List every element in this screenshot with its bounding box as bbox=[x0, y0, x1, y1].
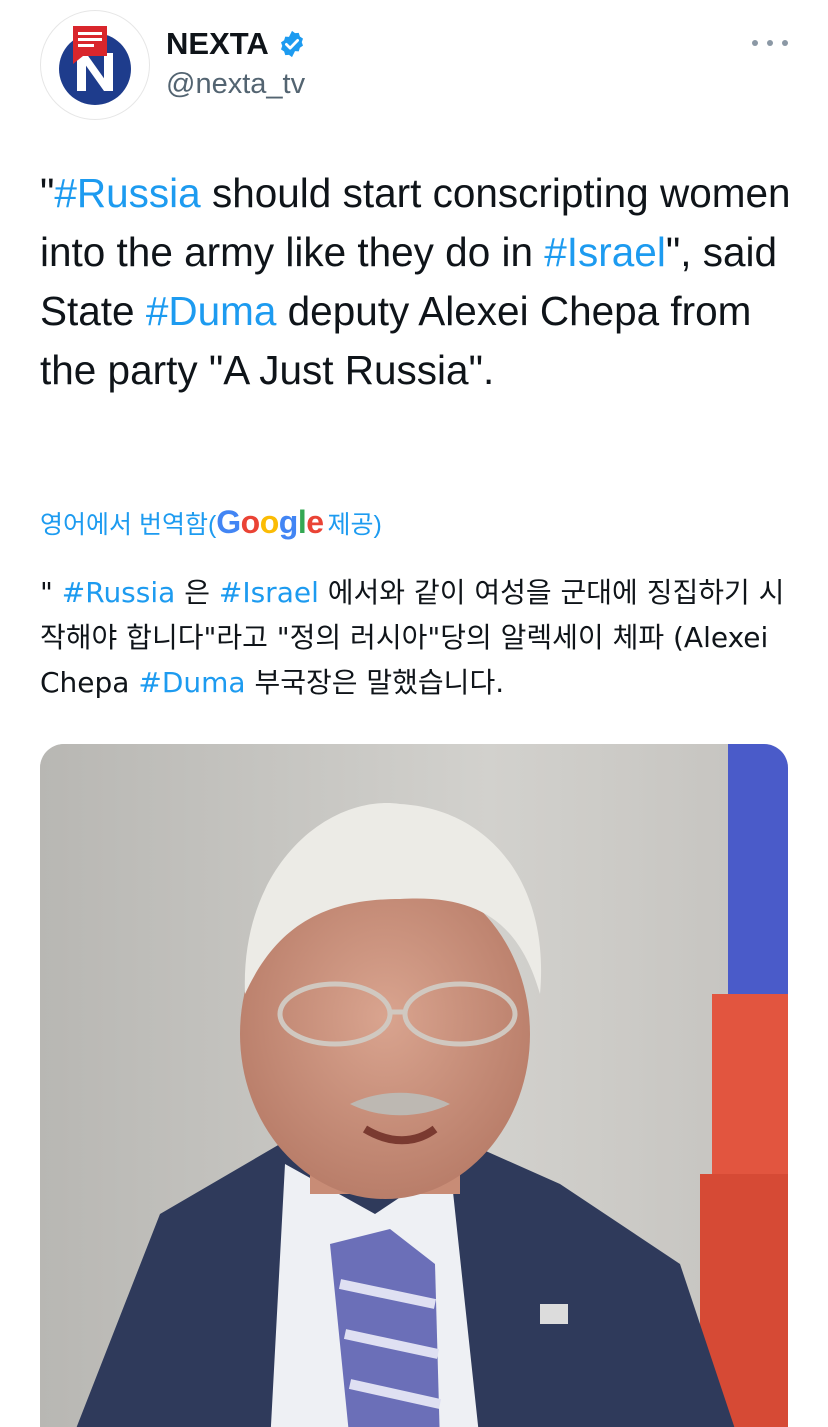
more-options-icon-dot bbox=[782, 40, 788, 46]
translation-attribution[interactable]: 영어에서 번역함( Google 제공) bbox=[40, 504, 382, 541]
hashtag-link-duma[interactable]: #Duma bbox=[138, 666, 245, 699]
google-logo-letter: o bbox=[259, 504, 280, 540]
display-name[interactable]: NEXTA bbox=[166, 26, 269, 62]
google-logo: Google bbox=[216, 504, 324, 541]
author-handle[interactable]: @nexta_tv bbox=[166, 68, 305, 101]
portrait-photo bbox=[40, 744, 788, 1427]
translated-segment: 은 bbox=[175, 576, 219, 609]
tweet-text: "#Russia should start conscripting women… bbox=[40, 164, 800, 400]
more-options-icon bbox=[752, 40, 758, 46]
translation-suffix: 제공) bbox=[327, 510, 382, 539]
tweet-segment: " bbox=[40, 170, 55, 216]
translated-segment: 부국장은 말했습니다. bbox=[245, 666, 505, 699]
hashtag-link-russia[interactable]: #Russia bbox=[54, 170, 200, 216]
hashtag-link-duma[interactable]: #Duma bbox=[146, 288, 277, 334]
nexta-logo-icon bbox=[59, 26, 131, 105]
google-logo-letter: e bbox=[306, 504, 324, 540]
hashtag-link-israel[interactable]: #Israel bbox=[544, 229, 666, 275]
translated-text: " #Russia 은 #Israel 에서와 같이 여성을 군대에 징집하기 … bbox=[40, 570, 800, 705]
hashtag-link-israel[interactable]: #Israel bbox=[219, 576, 319, 609]
nexta-avatar[interactable] bbox=[40, 10, 150, 120]
translated-segment: " bbox=[40, 576, 62, 609]
google-logo-letter: l bbox=[297, 504, 307, 540]
google-logo-letter: g bbox=[278, 504, 299, 540]
translation-label: 영어에서 번역함( bbox=[40, 510, 217, 539]
tweet-page: NEXTA @nexta_tv "#Russia should start co… bbox=[0, 0, 828, 1427]
verified-badge-icon bbox=[280, 30, 303, 58]
more-options-button[interactable] bbox=[752, 30, 788, 56]
tweet-photo[interactable] bbox=[40, 744, 788, 1427]
google-logo-letter: o bbox=[240, 504, 261, 540]
google-logo-letter: G bbox=[216, 504, 241, 540]
author-name-row[interactable]: NEXTA bbox=[166, 26, 307, 62]
hashtag-link-russia[interactable]: #Russia bbox=[62, 576, 176, 609]
more-options-icon-dot bbox=[767, 40, 773, 46]
